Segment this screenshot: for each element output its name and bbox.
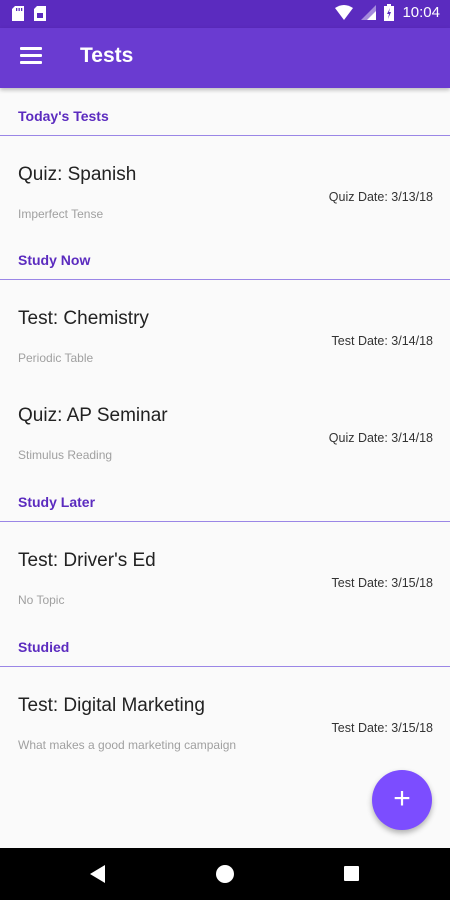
- section-header-todays-tests: Today's Tests: [0, 88, 450, 136]
- item-date: Quiz Date: 3/14/18: [328, 431, 433, 445]
- item-title: Test: Digital Marketing: [18, 695, 205, 716]
- list-item[interactable]: Quiz: AP Seminar Stimulus Reading Quiz D…: [0, 377, 450, 474]
- section-header-label: Studied: [18, 639, 70, 655]
- signal-icon: [361, 5, 377, 20]
- sim-card-icon: [34, 6, 46, 21]
- list-item[interactable]: Quiz: Spanish Imperfect Tense Quiz Date:…: [0, 136, 450, 232]
- recent-apps-icon[interactable]: [344, 866, 359, 881]
- list-item[interactable]: Test: Digital Marketing What makes a goo…: [0, 667, 450, 764]
- item-subtitle: Imperfect Tense: [18, 207, 104, 221]
- item-subtitle: What makes a good marketing campaign: [18, 738, 237, 752]
- app-bar: Tests: [0, 28, 450, 88]
- section-header-label: Study Later: [18, 494, 96, 510]
- item-date: Quiz Date: 3/13/18: [328, 190, 433, 204]
- hamburger-menu-icon[interactable]: [20, 47, 42, 65]
- tests-list: Today's Tests Quiz: Spanish Imperfect Te…: [0, 88, 450, 848]
- section-header-studied: Studied: [0, 619, 450, 667]
- item-date: Test Date: 3/14/18: [331, 334, 433, 348]
- item-title: Test: Driver's Ed: [18, 550, 156, 571]
- status-time: 10:04: [402, 4, 440, 21]
- item-subtitle: Periodic Table: [18, 351, 94, 365]
- home-icon[interactable]: [216, 865, 234, 883]
- wifi-icon: [335, 5, 354, 20]
- system-nav-bar: [0, 848, 450, 900]
- add-test-button[interactable]: +: [372, 770, 432, 830]
- status-bar: 10:04: [0, 0, 450, 28]
- plus-icon: +: [393, 782, 411, 815]
- section-header-label: Today's Tests: [18, 108, 109, 124]
- status-right-icons: 10:04: [335, 4, 440, 21]
- item-subtitle: No Topic: [18, 593, 65, 607]
- list-item[interactable]: Test: Driver's Ed No Topic Test Date: 3/…: [0, 522, 450, 619]
- item-date: Test Date: 3/15/18: [331, 721, 433, 735]
- item-date: Test Date: 3/15/18: [331, 576, 433, 590]
- section-header-label: Study Now: [18, 252, 91, 268]
- sd-card-icon: [12, 6, 24, 21]
- item-subtitle: Stimulus Reading: [18, 448, 113, 462]
- section-header-study-later: Study Later: [0, 474, 450, 522]
- battery-icon: [384, 4, 395, 21]
- back-icon[interactable]: [90, 865, 105, 883]
- list-item[interactable]: Test: Chemistry Periodic Table Test Date…: [0, 280, 450, 377]
- item-title: Test: Chemistry: [18, 308, 149, 329]
- page-title: Tests: [80, 44, 134, 67]
- item-title: Quiz: Spanish: [18, 164, 137, 185]
- status-left-icons: [12, 6, 46, 21]
- section-header-study-now: Study Now: [0, 232, 450, 280]
- item-title: Quiz: AP Seminar: [18, 405, 168, 426]
